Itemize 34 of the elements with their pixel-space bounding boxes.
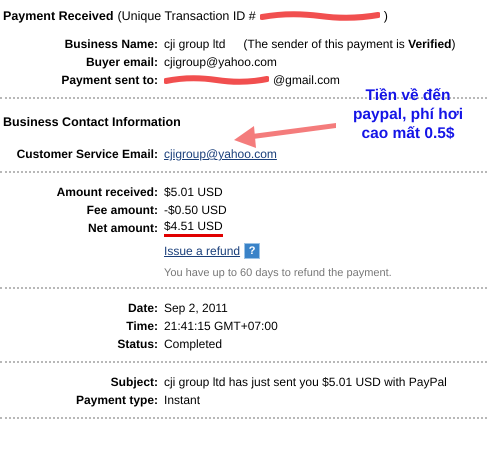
field-value: cjigroup@yahoo.com	[164, 54, 277, 70]
transaction-id-label: (Unique Transaction ID #	[117, 9, 256, 23]
arrow-icon	[232, 120, 338, 150]
field-label: Payment type:	[76, 393, 158, 407]
field-label: Subject:	[110, 375, 158, 389]
field-value: $4.51 USD	[164, 219, 223, 237]
field-value: 21:41:15 GMT+07:00	[164, 318, 278, 334]
section-heading: Business Contact Information	[3, 115, 181, 129]
refund-link[interactable]: Issue a refund	[164, 244, 240, 258]
field-label: Amount received:	[56, 185, 158, 199]
field-label: Fee amount:	[86, 203, 158, 217]
refund-note: You have up to 60 days to refund the payment.	[164, 267, 393, 279]
field-value: -$0.50 USD	[164, 202, 227, 218]
field-value: Sep 2, 2011	[164, 300, 228, 316]
email-link[interactable]: cjigroup@yahoo.com	[164, 147, 277, 161]
annotation-note: Tiền về đến paypal, phí hơi cao mất 0.5$	[352, 86, 464, 143]
transaction-id-close: )	[384, 9, 388, 23]
field-value: $5.01 USD	[164, 184, 223, 200]
help-icon[interactable]: ?	[244, 243, 260, 259]
field-label: Buyer email:	[86, 55, 158, 69]
field-value: @gmail.com	[273, 72, 340, 88]
field-label: Time:	[126, 319, 158, 333]
field-label: Date:	[128, 301, 158, 315]
field-value: cji group ltd has just sent you $5.01 USD with PayPal	[164, 374, 447, 390]
verification-note: (The sender of this payment is Verified)	[243, 37, 456, 51]
field-label: Status:	[117, 337, 158, 351]
field-label: Customer Service Email:	[16, 147, 158, 161]
field-label: Business Name:	[64, 37, 158, 51]
field-value: cji group ltd	[164, 36, 226, 52]
field-value: Completed	[164, 336, 222, 352]
field-label: Net amount:	[88, 221, 158, 235]
field-value: Instant	[164, 392, 200, 408]
page-title: Payment Received	[3, 9, 114, 23]
field-label: Payment sent to:	[61, 73, 158, 87]
